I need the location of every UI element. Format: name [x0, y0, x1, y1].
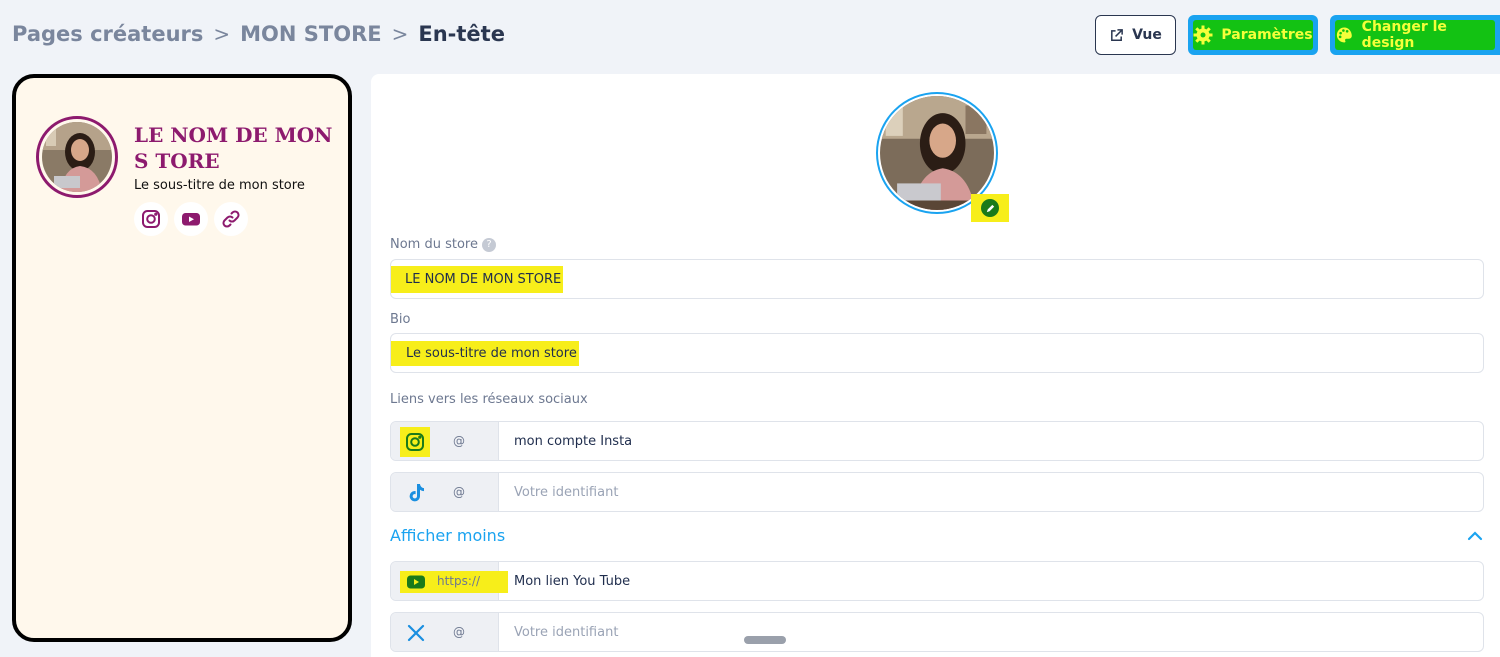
settings-button-label: Paramètres [1221, 27, 1313, 43]
breadcrumb-item-store[interactable]: MON STORE [240, 22, 381, 46]
store-name-value: LE NOM DE MON STORE [391, 265, 564, 293]
preview-youtube-link[interactable] [174, 202, 208, 236]
preview-subtitle: Le sous-titre de mon store [134, 178, 305, 193]
youtube-prefix: https:// [437, 574, 481, 588]
pencil-icon [986, 204, 994, 212]
instagram-icon [142, 210, 160, 228]
show-less-link[interactable]: Afficher moins [390, 526, 505, 545]
instagram-prefix: @ [453, 434, 465, 448]
header-form: Nom du store? LE NOM DE MON STORE Bio Le… [371, 74, 1500, 657]
store-preview: LE NOM DE MON S TORE Le sous-titre de mo… [12, 74, 352, 642]
view-button[interactable]: Vue [1095, 15, 1176, 55]
change-design-button-label: Changer le design [1361, 19, 1447, 51]
preview-store-name: LE NOM DE MON S TORE [134, 123, 333, 173]
external-link-icon [1111, 28, 1123, 41]
instagram-input[interactable]: mon compte Insta [499, 422, 1483, 460]
preview-instagram-link[interactable] [134, 202, 168, 236]
change-design-button[interactable]: Changer le design [1330, 15, 1500, 55]
social-row-instagram: @ mon compte Insta [390, 421, 1484, 461]
youtube-icon [405, 571, 427, 593]
settings-button[interactable]: Paramètres [1188, 15, 1318, 55]
breadcrumb-item-current: En-tête [418, 22, 505, 46]
palette-icon [1336, 27, 1352, 43]
tiktok-icon [405, 482, 427, 504]
socials-label: Liens vers les réseaux sociaux [390, 392, 588, 407]
edit-avatar-button[interactable] [971, 194, 1009, 222]
x-twitter-icon [405, 622, 427, 644]
bio-input[interactable]: Le sous-titre de mon store [390, 333, 1484, 373]
store-name-input[interactable]: LE NOM DE MON STORE [390, 259, 1484, 299]
social-row-x: @ Votre identifiant [390, 612, 1484, 652]
preview-social-links [134, 202, 248, 236]
breadcrumb-separator: > [391, 22, 409, 46]
tiktok-input[interactable]: Votre identifiant [499, 473, 1483, 511]
gear-icon [1193, 25, 1213, 45]
tiktok-prefix: @ [453, 485, 465, 499]
preview-avatar [36, 116, 118, 198]
youtube-input[interactable]: Mon lien You Tube [499, 562, 1483, 600]
store-name-label: Nom du store? [390, 237, 496, 252]
social-row-youtube: https:// Mon lien You Tube [390, 561, 1484, 601]
link-icon [222, 210, 240, 228]
social-row-tiktok: @ Votre identifiant [390, 472, 1484, 512]
x-prefix: @ [453, 625, 465, 639]
preview-link[interactable] [214, 202, 248, 236]
bio-label: Bio [390, 312, 411, 327]
view-button-label: Vue [1132, 27, 1162, 43]
youtube-icon [182, 213, 200, 226]
breadcrumb: Pages créateurs > MON STORE > En-tête [12, 22, 505, 46]
breadcrumb-item-pages[interactable]: Pages créateurs [12, 22, 203, 46]
scroll-handle[interactable] [744, 636, 786, 644]
x-input[interactable]: Votre identifiant [499, 613, 1483, 651]
header-actions: Vue Paramètres Changer le design [1095, 15, 1500, 55]
chevron-up-icon[interactable] [1466, 529, 1484, 543]
breadcrumb-separator: > [213, 22, 231, 46]
bio-value: Le sous-titre de mon store [391, 340, 579, 366]
instagram-icon [400, 427, 430, 457]
help-icon[interactable]: ? [481, 237, 496, 252]
